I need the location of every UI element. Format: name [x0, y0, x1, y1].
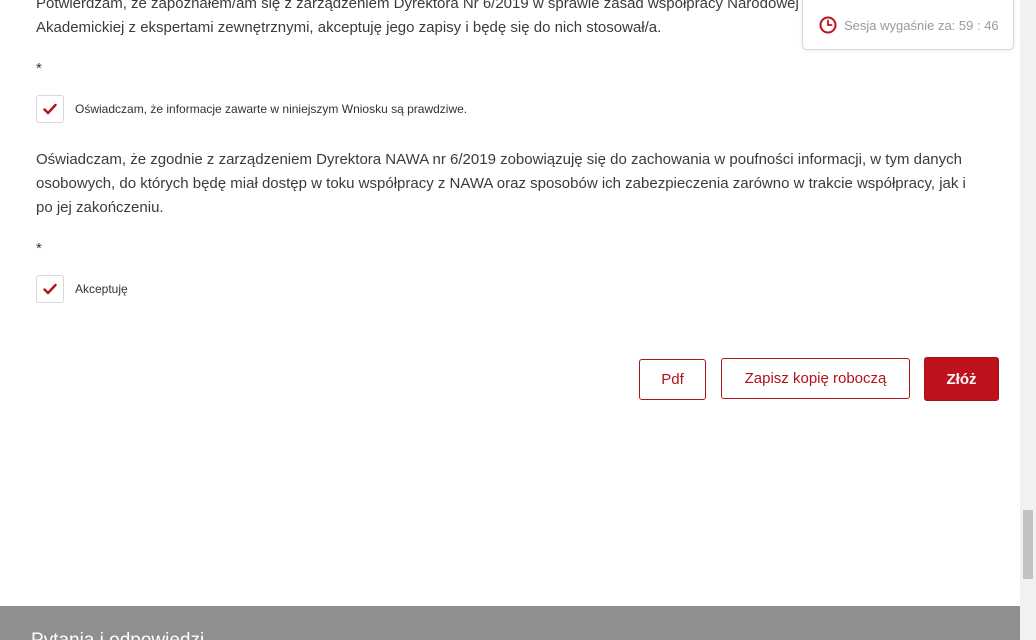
accept-checkbox-row[interactable]: Akceptuję: [36, 275, 128, 303]
truth-statement-checkbox[interactable]: [36, 95, 64, 123]
required-marker: *: [36, 240, 42, 257]
truth-statement-label: Oświadczam, że informacje zawarte w nini…: [75, 102, 468, 116]
checkmark-icon: [43, 283, 57, 295]
accept-label: Akceptuję: [75, 282, 128, 296]
required-marker: *: [36, 60, 42, 77]
footer: Pytania i odpowiedzi: [0, 606, 1020, 640]
checkmark-icon: [43, 103, 57, 115]
accept-checkbox[interactable]: [36, 275, 64, 303]
save-draft-button[interactable]: Zapisz kopię roboczą: [721, 358, 910, 399]
clock-icon: [819, 16, 837, 34]
submit-button[interactable]: Złóż: [924, 357, 999, 401]
pdf-button[interactable]: Pdf: [639, 359, 706, 400]
scrollbar-thumb[interactable]: [1023, 510, 1033, 579]
page-scrollbar[interactable]: [1020, 0, 1036, 640]
footer-title[interactable]: Pytania i odpowiedzi: [31, 630, 204, 640]
truth-statement-checkbox-row[interactable]: Oświadczam, że informacje zawarte w nini…: [36, 95, 467, 123]
session-timer-label: Sesja wygaśnie za: 59 : 46: [844, 17, 999, 33]
session-timer: Sesja wygaśnie za: 59 : 46: [802, 0, 1014, 50]
declaration-text-confidentiality: Oświadczam, że zgodnie z zarządzeniem Dy…: [36, 151, 966, 216]
